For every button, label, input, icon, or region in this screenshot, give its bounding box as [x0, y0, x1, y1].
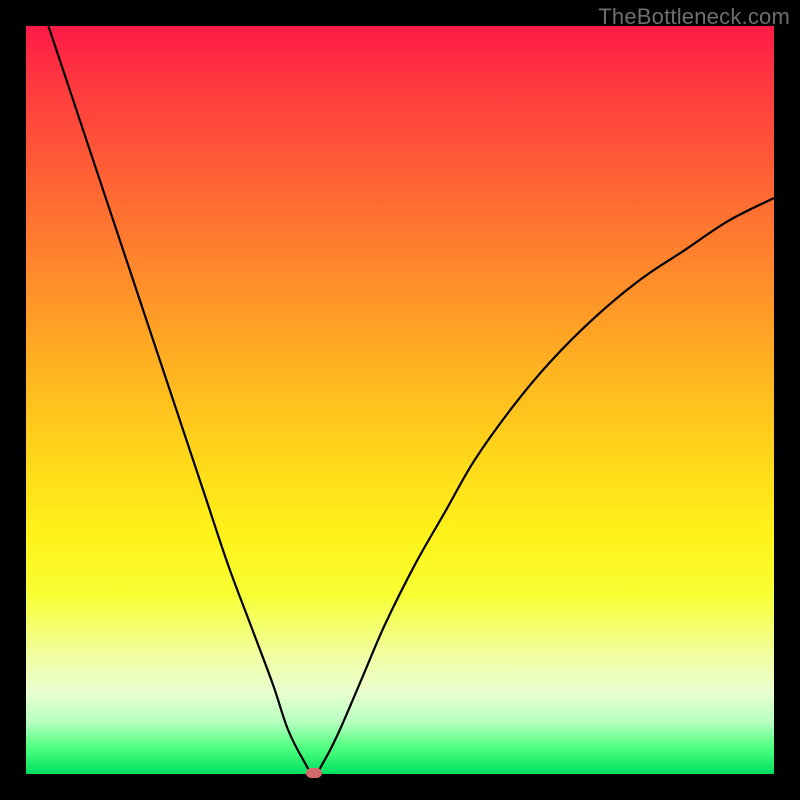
plot-area — [26, 26, 774, 774]
bottleneck-curve — [48, 26, 774, 774]
watermark-text: TheBottleneck.com — [598, 4, 790, 30]
chart-frame: TheBottleneck.com — [0, 0, 800, 800]
minimum-marker — [306, 768, 322, 778]
plot-svg — [26, 26, 774, 774]
